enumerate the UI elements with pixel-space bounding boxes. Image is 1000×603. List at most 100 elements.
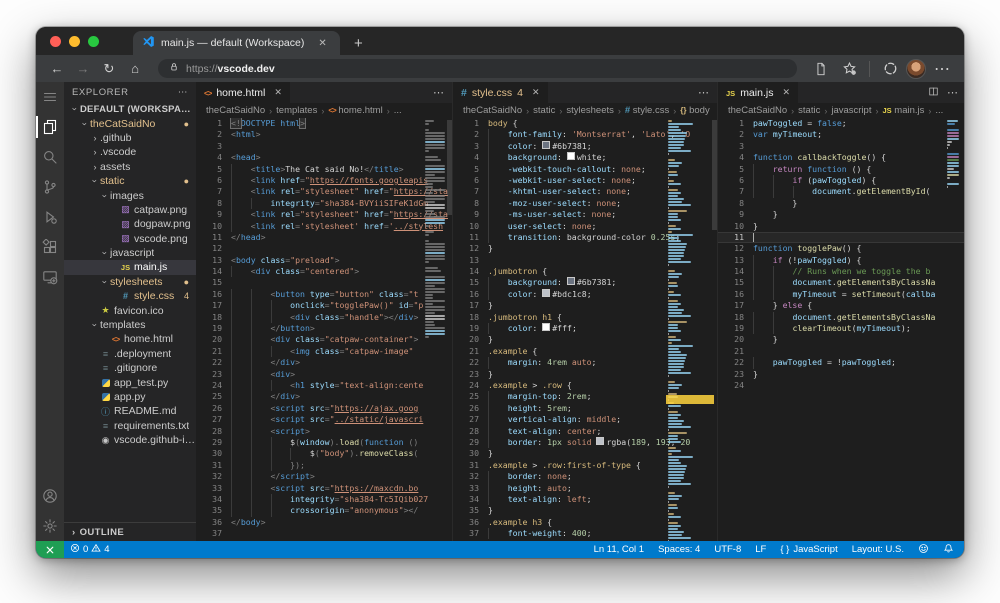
breadcrumb-item[interactable]: javascript [831,105,871,116]
code-line[interactable]: 18 document.getElementsByClassNa [718,312,964,323]
status-item-javascript[interactable]: { }JavaScript [780,544,837,555]
menu-icon[interactable] [36,82,64,112]
code-line[interactable]: 23 <div> [196,369,452,380]
breadcrumb-item[interactable]: static [798,105,820,116]
tree-item--deployment[interactable]: ≡.deployment [64,347,196,361]
back-button[interactable]: ← [46,61,68,76]
code-line[interactable]: 14 <div class="centered"> [196,266,452,277]
tree-item-dogpaw-png[interactable]: ▨dogpaw.png [64,217,196,231]
extensions-icon[interactable] [36,232,64,262]
breadcrumb-item[interactable]: theCatSaidNo [728,105,787,116]
code-line[interactable]: 8 } [718,198,964,209]
code-line[interactable]: 17 onclick="togglePaw()" id="p [196,300,452,311]
close-tab-icon[interactable]: ✕ [318,38,326,49]
code-line[interactable]: 26 <script src="https://ajax.goog [196,403,452,414]
tree-item-app-py[interactable]: app.py [64,390,196,404]
code-line[interactable]: 1<!DOCTYPE html> [196,118,452,129]
code-line[interactable]: 35 crossorigin="anonymous"></ [196,505,452,516]
status-item-lf[interactable]: LF [755,544,766,555]
feedback-smiley-icon[interactable] [918,543,929,557]
code-editor-main-js[interactable]: 1pawToggled = false;2var myTimeout;34fun… [718,118,964,541]
remote-explorer-icon[interactable] [36,262,64,292]
tree-item-home-html[interactable]: <>home.html [64,332,196,346]
status-item-layout-u-s-[interactable]: Layout: U.S. [852,544,904,555]
code-line[interactable]: 23} [718,369,964,380]
code-line[interactable]: 36</body> [196,517,452,528]
status-item-ln-11-col-1[interactable]: Ln 11, Col 1 [594,544,645,555]
code-line[interactable]: 2var myTimeout; [718,129,964,140]
code-line[interactable]: 28 <script> [196,426,452,437]
code-line[interactable]: 8 integrity="sha384-BVYiiSIFeK1dGm [196,198,452,209]
breadcrumb-item[interactable]: templates [276,105,317,116]
breadcrumb-item[interactable]: theCatSaidNo [463,105,522,116]
breadcrumb-item[interactable]: <> home.html [328,105,382,116]
status-item-spaces-4[interactable]: Spaces: 4 [658,544,700,555]
minimize-window-button[interactable] [69,36,80,47]
code-line[interactable]: 17 } else { [718,300,964,311]
breadcrumb-item[interactable]: static [533,105,555,116]
code-line[interactable]: 12function togglePaw() { [718,243,964,254]
code-line[interactable]: 30 $("body").removeClass( [196,448,452,459]
tree-item--gitignore[interactable]: ≡.gitignore [64,361,196,375]
code-line[interactable]: 22 </div> [196,357,452,368]
tree-item-style-css[interactable]: #style.css4 [64,289,196,303]
code-line[interactable]: 20 } [718,334,964,345]
breadcrumb-item[interactable]: stylesheets [566,105,614,116]
code-line[interactable]: 16 myTimeout = setTimeout(callba [718,289,964,300]
code-line[interactable]: 31 }); [196,460,452,471]
breadcrumb-item[interactable]: theCatSaidNo [206,105,265,116]
address-bar[interactable]: https://vscode.dev [158,59,797,78]
code-line[interactable]: 32 </script> [196,471,452,482]
account-icon[interactable] [36,481,64,511]
code-line[interactable]: 4function callbackToggle() { [718,152,964,163]
scrollbar-thumb[interactable] [712,120,717,230]
browser-tab[interactable]: main.js — default (Workspace) ✕ [133,31,340,55]
code-line[interactable]: 20 <div class="catpaw-container"> [196,334,452,345]
explorer-icon[interactable] [36,112,64,142]
zoom-window-button[interactable] [88,36,99,47]
code-line[interactable]: 7 <link rel="stylesheet" href="https://s… [196,186,452,197]
code-line[interactable]: 10 <link rel='stylesheet' href='../style… [196,221,452,232]
code-line[interactable]: 3 [718,141,964,152]
tree-item-javascript[interactable]: ›javascript [64,246,196,260]
more-actions-icon[interactable]: ⋯ [433,86,444,99]
code-line[interactable]: 11</head> [196,232,452,243]
code-line[interactable]: 7 document.getElementById( [718,186,964,197]
tab-home-html[interactable]: <>home.html✕ [196,82,290,103]
code-line[interactable]: 11 [718,232,964,243]
split-editor-icon[interactable] [928,86,939,100]
close-tab-icon[interactable]: ✕ [274,87,282,98]
code-line[interactable]: 21 [718,346,964,357]
code-line[interactable]: 15 [196,277,452,288]
code-line[interactable]: 24 <h1 style="text-align:cente [196,380,452,391]
tab-main-js[interactable]: JSmain.js✕ [718,82,798,103]
code-line[interactable]: 18 <div class="handle"></div> [196,312,452,323]
tree-item-app-test-py[interactable]: app_test.py [64,375,196,389]
home-button[interactable]: ⌂ [124,61,146,76]
code-line[interactable]: 19 </button> [196,323,452,334]
profile-avatar[interactable] [906,59,926,79]
code-editor-home-html[interactable]: 1<!DOCTYPE html>2<html>34<head>5 <title>… [196,118,452,541]
code-line[interactable]: 1pawToggled = false; [718,118,964,129]
code-line[interactable]: 9 <link rel="stylesheet" href="https://s… [196,209,452,220]
reload-button[interactable]: ↻ [98,61,120,77]
outline-section-header[interactable]: › OUTLINE [64,522,196,541]
tree-item-images[interactable]: ›images [64,188,196,202]
code-line[interactable]: 6 if (pawToggled) { [718,175,964,186]
code-line[interactable]: 5 <title>The Cat said No!</title> [196,164,452,175]
tree-item-vscode-png[interactable]: ▨vscode.png [64,232,196,246]
tree-item-vscode-github-issues[interactable]: ◉vscode.github-issues [64,433,196,447]
tree-item-static[interactable]: ›static● [64,174,196,188]
tree-item-templates[interactable]: ›templates [64,318,196,332]
tree-item--vscode[interactable]: ›.vscode [64,145,196,159]
code-line[interactable]: 34 integrity="sha384-Tc5IQib027 [196,494,452,505]
code-line[interactable]: 22 pawToggled = !pawToggled; [718,357,964,368]
code-line[interactable]: 21 <img class="catpaw-image" [196,346,452,357]
breadcrumb-item[interactable]: ... [394,105,402,116]
explorer-more-actions-icon[interactable]: ⋯ [178,87,188,98]
code-line[interactable]: 12 [196,243,452,254]
source-control-icon[interactable] [36,172,64,202]
code-line[interactable]: 2<html> [196,129,452,140]
forward-button[interactable]: → [72,61,94,76]
scrollbar-thumb[interactable] [447,120,452,215]
